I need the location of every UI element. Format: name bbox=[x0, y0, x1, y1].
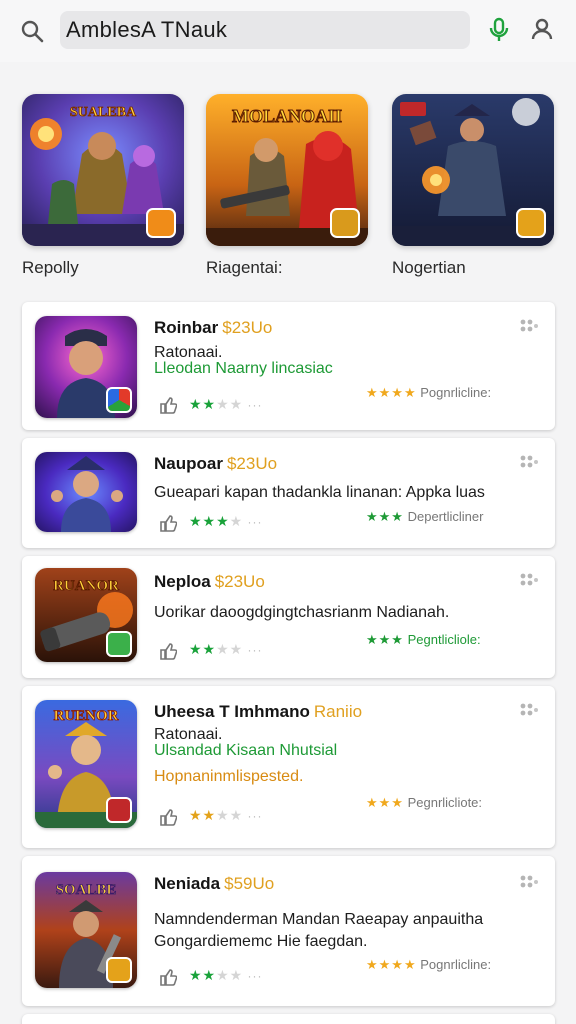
app-desc-1b: Lleodan Naarny lincasiac bbox=[154, 360, 333, 377]
app-title-4: Uheesa T Imhmano Raniio bbox=[154, 702, 362, 722]
more-options-icon[interactable] bbox=[519, 874, 539, 890]
app-rating-3: ★★★ Pegntlicliole: bbox=[366, 632, 481, 648]
rating-stars-3: ★★★ bbox=[366, 632, 404, 647]
featured-badge-1 bbox=[146, 208, 176, 238]
app-rating-stars-5: ★★★★ ··· bbox=[189, 967, 263, 983]
app-name-1: Roinbar bbox=[154, 318, 219, 337]
app-desc-2a: Gueapari kapan thadankla linanan: Appka … bbox=[154, 484, 485, 501]
more-options-icon[interactable] bbox=[519, 454, 539, 470]
rating-text-3: Pegntlicliole: bbox=[407, 632, 481, 647]
app-art-4: RUENOR bbox=[53, 708, 118, 724]
app-title-2: Naupoar $23Uo bbox=[154, 454, 277, 474]
thumb-icon[interactable] bbox=[159, 808, 177, 826]
app-list-item-5[interactable]: SOALBE Neniada $59Uo Namndenderman Mandan… bbox=[22, 856, 555, 1006]
rating-stars-4: ★★★ bbox=[366, 795, 404, 810]
app-name-2: Naupoar bbox=[154, 454, 223, 473]
app-rating-stars-4: ★★★★ ··· bbox=[189, 807, 263, 823]
app-desc-5a: Namndenderman Mandan Raeapay anpauitha bbox=[154, 911, 484, 928]
app-rating-stars-3: ★★★★ ··· bbox=[189, 641, 263, 657]
app-name-3: Neploa bbox=[154, 572, 211, 591]
app-rating-stars-1: ★★★★ ··· bbox=[189, 396, 263, 412]
thumb-icon[interactable] bbox=[159, 514, 177, 532]
app-price-2: $23Uo bbox=[226, 454, 278, 473]
app-title-5: Neniada $59Uo bbox=[154, 874, 274, 894]
rating-text-4: Pegnrlicliote: bbox=[407, 795, 483, 810]
app-list-item-6[interactable] bbox=[22, 1014, 555, 1024]
rating-stars-5: ★★★★ bbox=[366, 957, 417, 972]
rating-text-5: Pognrlicline: bbox=[420, 957, 492, 972]
top-bar: AmblesA TNauk bbox=[0, 0, 576, 62]
app-icon-2 bbox=[35, 452, 137, 532]
featured-label-3: Nogertian bbox=[392, 258, 466, 277]
app-rating-stars-2: ★★★★ ··· bbox=[189, 513, 263, 529]
app-desc-4b: Ulsandad Kisaan Nhutsial bbox=[154, 742, 338, 759]
thumb-icon[interactable] bbox=[159, 968, 177, 986]
thumb-icon[interactable] bbox=[159, 396, 177, 414]
featured-art-title-1: SUALEBA bbox=[70, 105, 137, 120]
featured-badge-2 bbox=[330, 208, 360, 238]
mic-icon[interactable] bbox=[487, 17, 511, 43]
app-price-1: $23Uo bbox=[222, 318, 273, 337]
app-list-item-2[interactable]: Naupoar $23Uo Gueapari kapan thadankla li… bbox=[22, 438, 555, 548]
rating-text-2: Depertlicliner bbox=[407, 509, 484, 524]
app-icon-4: RUENOR bbox=[35, 700, 137, 828]
app-art-3: RUANOR bbox=[53, 578, 119, 594]
more-options-icon[interactable] bbox=[519, 318, 539, 334]
app-icon-3: RUANOR bbox=[35, 568, 137, 662]
search-icon[interactable] bbox=[20, 19, 44, 43]
rating-stars-1: ★★★★ bbox=[366, 385, 417, 400]
app-title-3: Neploa $23Uo bbox=[154, 572, 265, 592]
featured-badge-3 bbox=[516, 208, 546, 238]
thumb-icon[interactable] bbox=[159, 642, 177, 660]
app-rating-1: ★★★★ Pognrlicline: bbox=[366, 385, 491, 401]
app-desc-4c: Hopnaninmlispested. bbox=[154, 768, 304, 785]
more-options-icon[interactable] bbox=[519, 572, 539, 588]
app-price-4: Raniio bbox=[313, 702, 363, 721]
featured-label-1: Repolly bbox=[22, 258, 79, 277]
app-price-3: $23Uo bbox=[214, 572, 265, 591]
app-icon-1 bbox=[35, 316, 137, 418]
rating-text-1: Pognrlicline: bbox=[420, 385, 492, 400]
app-rating-5: ★★★★ Pognrlicline: bbox=[366, 957, 491, 973]
search-input[interactable]: AmblesA TNauk bbox=[60, 11, 470, 49]
featured-label-2: Riagentai: bbox=[206, 258, 283, 277]
featured-tile-2[interactable]: MOLANOAII bbox=[206, 94, 368, 246]
app-icon-5: SOALBE bbox=[35, 872, 137, 988]
featured-art-title-2: MOLANOAII bbox=[232, 106, 342, 126]
user-icon[interactable] bbox=[530, 17, 554, 41]
app-list-item-3[interactable]: RUANOR Neploa $23Uo Uorikar daoogdgingtch… bbox=[22, 556, 555, 678]
app-desc-3a: Uorikar daoogdgingtchasrianm Nadianah. bbox=[154, 604, 450, 621]
search-query-text: AmblesA TNauk bbox=[66, 17, 228, 42]
app-list-item-1[interactable]: Roinbar $23Uo Ratonaai. Lleodan Naarny li… bbox=[22, 302, 555, 430]
app-badge-1 bbox=[106, 387, 132, 413]
app-desc-5b: Gongardiememc Hie faegdan. bbox=[154, 933, 368, 950]
featured-tile-3[interactable] bbox=[392, 94, 554, 246]
more-options-icon[interactable] bbox=[519, 702, 539, 718]
app-name-4: Uheesa T Imhmano bbox=[154, 702, 310, 721]
app-title-1: Roinbar $23Uo bbox=[154, 318, 272, 338]
app-badge-5 bbox=[106, 957, 132, 983]
featured-tile-1[interactable]: SUALEBA bbox=[22, 94, 184, 246]
app-rating-2: ★★★ Depertlicliner bbox=[366, 509, 483, 525]
app-badge-4 bbox=[106, 797, 132, 823]
app-art-5: SOALBE bbox=[56, 882, 117, 898]
app-price-5: $59Uo bbox=[224, 874, 275, 893]
rating-stars-2: ★★★ bbox=[366, 509, 404, 524]
app-rating-4: ★★★ Pegnrlicliote: bbox=[366, 795, 482, 811]
app-list-item-4[interactable]: RUENOR Uheesa T Imhmano Raniio Ratonaai. … bbox=[22, 686, 555, 848]
app-name-5: Neniada bbox=[154, 874, 221, 893]
app-badge-3 bbox=[106, 631, 132, 657]
